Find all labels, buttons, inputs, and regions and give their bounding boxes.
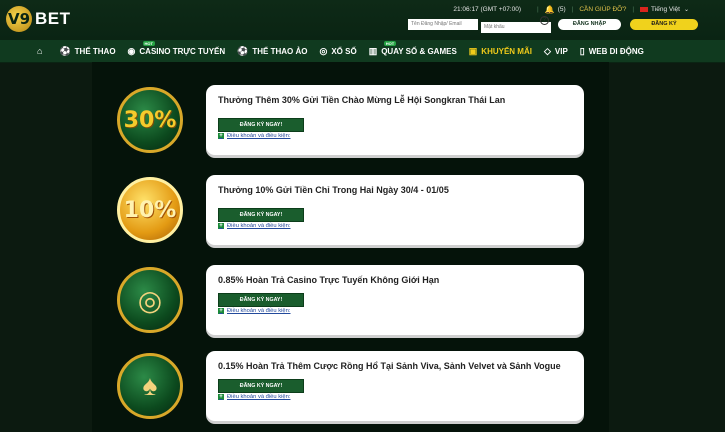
login-form: ? ĐĂNG NHẬP ĐĂNG KÝ (408, 15, 698, 33)
roulette-icon: ◎ (137, 284, 163, 316)
promo-10-percent-badge: 10% (117, 177, 183, 243)
nav-label: KHUYẾN MÃI (481, 46, 532, 56)
notification-count[interactable]: (5) (558, 6, 566, 13)
promotion-card: Thưởng 10% Gửi Tiền Chỉ Trong Hai Ngày 3… (206, 175, 584, 245)
nav-label: VIP (554, 46, 568, 56)
language-selector[interactable]: Tiếng Việt (651, 6, 680, 13)
nav-label: WEB DI ĐỘNG (588, 46, 644, 56)
nav-label: CASINO TRỰC TUYẾN (139, 46, 226, 56)
mobile-icon: ▯ (579, 45, 585, 56)
nav-label: THỂ THAO ẢO (252, 46, 308, 56)
terms-label: Điều khoản và điều kiện: (227, 394, 291, 400)
promotion-card: 0.15% Hoàn Trả Thêm Cược Rồng Hổ Tại Sản… (206, 351, 584, 421)
virtual-ball-icon: ⚽ (237, 45, 249, 56)
nav-label: THỂ THAO (74, 46, 116, 56)
promotion-item: ◎ 0.85% Hoàn Trả Casino Trực Tuyến Không… (117, 265, 584, 335)
bell-icon[interactable]: 🔔 (545, 5, 555, 14)
username-input[interactable] (408, 18, 478, 30)
register-now-button[interactable]: ĐĂNG KÝ NGAY! (218, 379, 304, 393)
playing-cards-icon: ♠ (142, 370, 158, 401)
nav-lottery[interactable]: ◎ XỔ SỐ (319, 40, 356, 62)
divider: | (632, 5, 635, 13)
nav-promotions[interactable]: ▣ KHUYẾN MÃI (469, 40, 532, 62)
help-link[interactable]: CẦN GIÚP ĐỠ? (579, 6, 626, 13)
promotion-title[interactable]: 0.15% Hoàn Trả Thêm Cược Rồng Hổ Tại Sản… (218, 361, 561, 371)
promo-30-percent-badge: 30% (117, 87, 183, 153)
hot-badge: HOT (142, 41, 155, 46)
terms-label: Điều khoản và điều kiện: (227, 223, 291, 229)
main-nav: ⌂ ⚽ THỂ THAO HOT ◉ CASINO TRỰC TUYẾN ⚽ T… (0, 40, 725, 63)
login-button[interactable]: ĐĂNG NHẬP (558, 18, 621, 30)
nav-home[interactable]: ⌂ (37, 40, 46, 62)
divider: | (537, 5, 539, 13)
site-logo[interactable]: V9 BET (6, 6, 71, 32)
promotion-title[interactable]: Thưởng 10% Gửi Tiền Chỉ Trong Hai Ngày 3… (218, 185, 449, 195)
nav-slots-games[interactable]: HOT ▥ QUAY SỐ & GAMES (369, 40, 457, 62)
casino-chip-icon: ◉ (127, 45, 136, 56)
chevron-down-icon[interactable]: ⌄ (684, 6, 689, 13)
plus-icon: + (218, 394, 224, 400)
promotion-card: 0.85% Hoàn Trả Casino Trực Tuyến Không G… (206, 265, 584, 335)
home-icon: ⌂ (37, 46, 43, 56)
lottery-icon: ◎ (319, 45, 328, 56)
promotion-item: 10% Thưởng 10% Gửi Tiền Chỉ Trong Hai Ng… (117, 175, 584, 245)
nav-sports[interactable]: ⚽ THỂ THAO (59, 40, 115, 62)
plus-icon: + (218, 308, 224, 314)
terms-link[interactable]: + Điều khoản và điều kiện: (218, 133, 291, 139)
promotion-item: ♠ 0.15% Hoàn Trả Thêm Cược Rồng Hổ Tại S… (117, 351, 584, 421)
status-row: 21:06:17 (GMT +07:00) | 🔔 (5) | CẦN GIÚP… (453, 2, 725, 16)
password-field-wrapper: ? (481, 15, 551, 33)
nav-vip[interactable]: ◇ VIP (544, 40, 568, 62)
diamond-icon: ◇ (543, 45, 551, 56)
nav-label: XỔ SỐ (331, 46, 357, 56)
nav-virtual-sports[interactable]: ⚽ THỂ THAO ẢO (237, 40, 307, 62)
register-now-button[interactable]: ĐĂNG KÝ NGAY! (218, 118, 304, 132)
top-header: V9 BET 21:06:17 (GMT +07:00) | 🔔 (5) | C… (0, 0, 725, 40)
logo-text: BET (35, 9, 71, 28)
slot-icon: ▥ (368, 45, 378, 56)
logo-mark: V9 (6, 6, 32, 32)
roulette-badge: ◎ (117, 267, 183, 333)
terms-link[interactable]: + Điều khoản và điều kiện: (218, 394, 291, 400)
plus-icon: + (218, 133, 224, 139)
promotion-item: 30% Thưởng Thêm 30% Gửi Tiền Chào Mừng L… (117, 85, 584, 155)
plus-icon: + (218, 223, 224, 229)
register-button[interactable]: ĐĂNG KÝ (630, 18, 698, 30)
promotion-title[interactable]: 0.85% Hoàn Trả Casino Trực Tuyến Không G… (218, 275, 439, 285)
terms-label: Điều khoản và điều kiện: (227, 133, 291, 139)
soccer-ball-icon: ⚽ (59, 45, 71, 56)
gift-icon: ▣ (468, 45, 478, 56)
playing-cards-badge: ♠ (117, 353, 183, 419)
server-clock: 21:06:17 (GMT +07:00) (453, 5, 522, 13)
nav-live-casino[interactable]: HOT ◉ CASINO TRỰC TUYẾN (127, 40, 226, 62)
badge-text: 30% (123, 107, 177, 133)
promotion-title[interactable]: Thưởng Thêm 30% Gửi Tiền Chào Mừng Lễ Hộ… (218, 95, 505, 105)
register-now-button[interactable]: ĐĂNG KÝ NGAY! (218, 293, 304, 307)
terms-link[interactable]: + Điều khoản và điều kiện: (218, 308, 291, 314)
nav-mobile-web[interactable]: ▯ WEB DI ĐỘNG (580, 40, 644, 62)
promotion-card: Thưởng Thêm 30% Gửi Tiền Chào Mừng Lễ Hộ… (206, 85, 584, 155)
divider: | (571, 5, 574, 13)
hot-badge: HOT (383, 41, 397, 46)
badge-text: 10% (123, 197, 177, 223)
question-icon[interactable]: ? (540, 16, 549, 25)
register-now-button[interactable]: ĐĂNG KÝ NGAY! (218, 208, 304, 222)
vietnam-flag-icon (640, 6, 649, 12)
terms-link[interactable]: + Điều khoản và điều kiện: (218, 223, 291, 229)
terms-label: Điều khoản và điều kiện: (227, 308, 291, 314)
nav-label: QUAY SỐ & GAMES (381, 46, 457, 56)
